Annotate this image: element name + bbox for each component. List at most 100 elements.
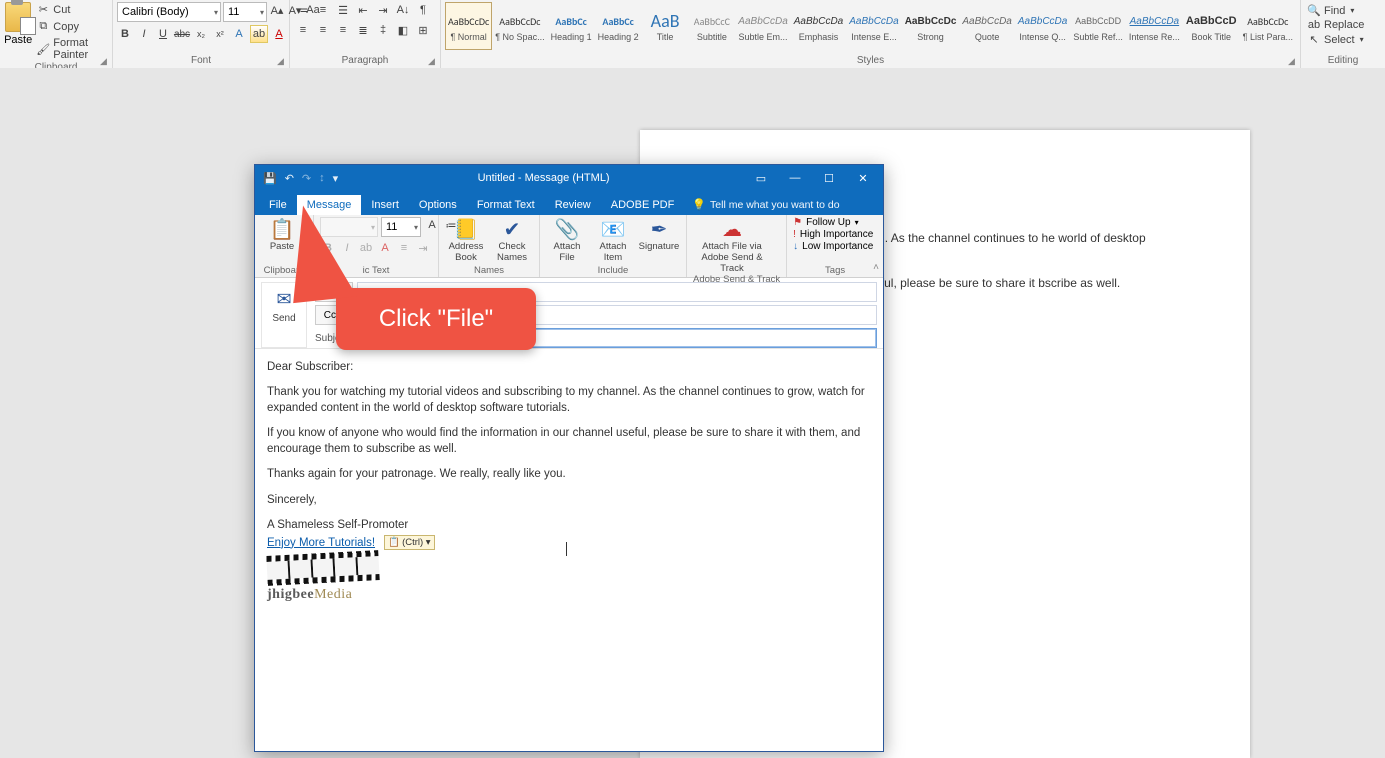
style-preview: AaBbCcDa [849,10,898,32]
style-strong[interactable]: AaBbCcDcStrong [902,2,960,50]
style-title[interactable]: AaBTitle [642,2,689,50]
follow-up-button[interactable]: ⚑Follow Up▾ [793,217,873,228]
align-left-button[interactable]: ≡ [294,22,312,38]
adobe-attach-button[interactable]: ☁ Attach File via Adobe Send & Track [693,217,771,274]
style-emphasis[interactable]: AaBbCcDaEmphasis [791,2,846,50]
paste-options-chip[interactable]: 📋(Ctrl) ▾ [384,535,434,550]
close-icon[interactable]: ✕ [849,172,877,185]
ol-indent[interactable]: ⇥ [415,240,431,256]
style-heading-2[interactable]: AaBbCcHeading 2 [595,2,642,50]
high-importance-button[interactable]: !High Importance [793,229,873,240]
style-quote[interactable]: AaBbCcDaQuote [959,2,1014,50]
redo-icon[interactable]: ↷ [302,172,311,185]
tab-format-text[interactable]: Format Text [467,195,545,215]
show-marks-button[interactable]: ¶ [414,2,432,18]
superscript-button[interactable]: x² [212,26,228,42]
dialog-launcher-icon[interactable]: ◢ [277,56,287,66]
justify-button[interactable]: ≣ [354,22,372,38]
find-button[interactable]: 🔍Find▾ [1305,4,1381,17]
maximize-icon[interactable]: ☐ [815,172,843,185]
font-color-button[interactable]: A [271,26,287,42]
borders-button[interactable]: ⊞ [414,22,432,38]
save-icon[interactable]: 💾 [263,172,277,185]
dialog-launcher-icon[interactable]: ◢ [428,56,438,66]
shading-button[interactable]: ◧ [394,22,412,38]
bold-button[interactable]: B [117,26,133,42]
italic-button[interactable]: I [136,26,152,42]
group-label: Paragraph [294,55,436,68]
attach-file-button[interactable]: 📎Attach File [546,217,588,263]
tab-review[interactable]: Review [545,195,601,215]
ol-font-size[interactable]: 11 [381,217,421,237]
subscript-button[interactable]: x₂ [193,26,209,42]
replace-button[interactable]: abReplace [1305,19,1381,31]
flag-icon: ⚑ [793,217,802,228]
text-effects-button[interactable]: A [231,26,247,42]
tab-options[interactable]: Options [409,195,467,215]
signature-button[interactable]: ✒Signature [638,217,680,252]
sort-button[interactable]: A↓ [394,2,412,18]
line-spacing-button[interactable]: ‡ [374,22,392,38]
style-intense-q-[interactable]: AaBbCcDaIntense Q... [1015,2,1070,50]
cut-button[interactable]: ✂Cut [34,2,108,17]
tutorials-link[interactable]: Enjoy More Tutorials! [267,537,375,549]
bullets-button[interactable]: ≔ [294,2,312,18]
numbering-button[interactable]: ≡ [314,2,332,18]
titlebar[interactable]: 💾 ↶ ↷ ↕ ▾ Untitled - Message (HTML) ▭ — … [255,165,883,191]
highlight-button[interactable]: ab [250,25,268,43]
qat-customize-icon[interactable]: ▾ [333,172,339,185]
style-intense-re-[interactable]: AaBbCcDaIntense Re... [1126,2,1183,50]
grow-font-button[interactable]: A▴ [269,2,285,18]
dialog-launcher-icon[interactable]: ◢ [1288,56,1298,66]
style--list-para-[interactable]: AaBbCcDc¶ List Para... [1240,2,1296,50]
minimize-icon[interactable]: — [781,172,809,185]
ribbon-options-icon[interactable]: ▭ [747,172,775,185]
style-subtitle[interactable]: AaBbCcCSubtitle [688,2,735,50]
styles-gallery[interactable]: AaBbCcDc¶ NormalAaBbCcDc¶ No Spac...AaBb… [445,2,1296,50]
multilevel-button[interactable]: ☰ [334,2,352,18]
collapse-ribbon-icon[interactable]: ˄ [873,262,879,273]
format-painter-button[interactable]: 🖌Format Painter [34,36,108,62]
select-button[interactable]: ↖Select▾ [1305,33,1381,46]
dialog-launcher-icon[interactable]: ◢ [100,56,110,66]
increase-indent-button[interactable]: ⇥ [374,2,392,18]
message-body[interactable]: Dear Subscriber: Thank you for watching … [255,349,883,751]
style-name: Subtle Em... [738,32,787,42]
ol-font-color[interactable]: A [377,240,393,256]
qat-more-icon[interactable]: ↕ [319,172,325,185]
tell-me-search[interactable]: 💡Tell me what you want to do [684,194,847,215]
check-names-button[interactable]: ✔Check Names [491,217,533,263]
style-subtle-em-[interactable]: AaBbCcDaSubtle Em... [735,2,790,50]
ol-align[interactable]: ≡ [396,240,412,256]
pen-icon: ✒ [651,217,668,241]
align-right-button[interactable]: ≡ [334,22,352,38]
style-heading-1[interactable]: AaBbCcHeading 1 [548,2,595,50]
paste-button[interactable]: Paste [4,2,32,46]
tab-insert[interactable]: Insert [361,195,409,215]
style--normal[interactable]: AaBbCcDc¶ Normal [445,2,492,50]
style-book-title[interactable]: AaBbCcDBook Title [1183,2,1240,50]
ol-grow-font[interactable]: A [424,217,440,233]
align-center-button[interactable]: ≡ [314,22,332,38]
style-subtle-ref-[interactable]: AaBbCcDDSubtle Ref... [1070,2,1126,50]
ol-highlight[interactable]: ab [358,240,374,256]
search-icon: 🔍 [1307,4,1321,17]
font-family-combo[interactable]: Calibri (Body) [117,2,221,22]
style--no-spac-[interactable]: AaBbCcDc¶ No Spac... [492,2,547,50]
decrease-indent-button[interactable]: ⇤ [354,2,372,18]
attach-item-icon: 📧 [601,217,626,241]
address-book-button[interactable]: 📒Address Book [445,217,487,263]
style-name: Intense Re... [1129,32,1180,42]
tab-adobe-pdf[interactable]: ADOBE PDF [601,195,685,215]
underline-button[interactable]: U [155,26,171,42]
font-size-combo[interactable]: 11 [223,2,267,22]
style-name: Heading 2 [598,32,639,42]
copy-button[interactable]: ⧉Copy [34,19,108,34]
ol-group-include: 📎Attach File 📧Attach Item ✒Signature Inc… [540,215,687,277]
strike-button[interactable]: abc [174,26,190,42]
style-intense-e-[interactable]: AaBbCcDaIntense E... [846,2,901,50]
group-clipboard: Paste ✂Cut ⧉Copy 🖌Format Painter Clipboa… [0,0,113,68]
undo-icon[interactable]: ↶ [285,172,294,185]
attach-item-button[interactable]: 📧Attach Item [592,217,634,263]
low-importance-button[interactable]: ↓Low Importance [793,241,873,252]
